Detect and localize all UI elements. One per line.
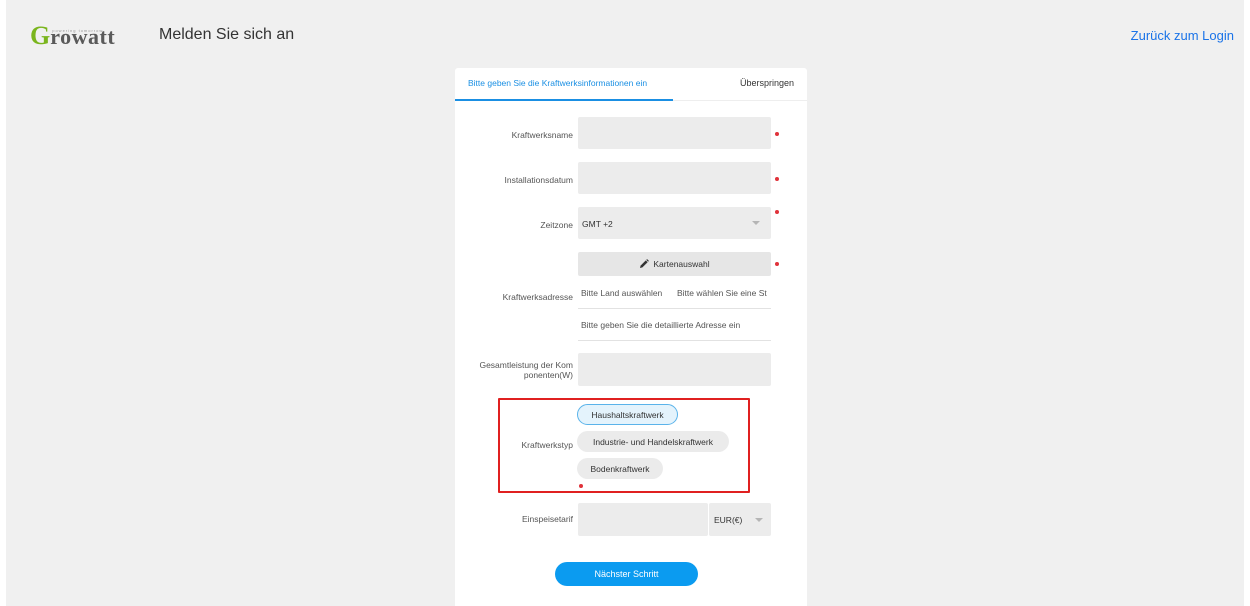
timezone-label: Zeitzone [540, 220, 573, 230]
logo-initial: G [30, 21, 51, 50]
install-date-input[interactable] [578, 162, 771, 194]
timezone-select[interactable]: GMT +2 [578, 207, 771, 239]
tab-bar: Bitte geben Sie die Kraftwerksinformatio… [455, 68, 807, 101]
city-select[interactable]: Bitte wählen Sie eine St [677, 288, 771, 298]
total-power-input[interactable] [578, 353, 771, 386]
map-select-button[interactable]: Kartenauswahl [578, 252, 771, 276]
country-select[interactable]: Bitte Land auswählen [581, 288, 673, 298]
address-divider [578, 308, 771, 309]
detail-address-input[interactable]: Bitte geben Sie die detaillierte Adresse… [581, 320, 771, 330]
map-select-label: Kartenauswahl [653, 259, 710, 269]
skip-link[interactable]: Überspringen [740, 78, 794, 88]
required-marker [775, 210, 779, 214]
address-label: Kraftwerksadresse [502, 292, 573, 302]
logo-tagline: powering tomorrow [52, 28, 104, 33]
plant-info-card: Bitte geben Sie die Kraftwerksinformatio… [455, 68, 807, 606]
required-marker [775, 132, 779, 136]
pencil-icon [640, 259, 650, 268]
total-power-label: Gesamtleistung der Kom ponenten(W) [463, 360, 573, 380]
page-title: Melden Sie sich an [159, 26, 295, 43]
currency-value: EUR(€) [714, 515, 743, 525]
tariff-label: Einspeisetarif [521, 514, 573, 524]
plant-type-option-household[interactable]: Haushaltskraftwerk [577, 404, 678, 425]
plant-type-label: Kraftwerkstyp [521, 440, 574, 450]
chevron-down-icon [752, 221, 760, 225]
timezone-value: GMT +2 [582, 219, 613, 229]
address-divider [578, 340, 771, 341]
currency-select[interactable]: EUR(€) [709, 503, 771, 536]
install-date-label: Installationsdatum [504, 175, 573, 185]
plant-name-input[interactable] [578, 117, 771, 149]
plant-type-option-ground[interactable]: Bodenkraftwerk [577, 458, 663, 479]
back-to-login-link[interactable]: Zurück zum Login [1131, 28, 1234, 43]
required-marker [579, 484, 583, 488]
plant-type-option-industrial[interactable]: Industrie- und Handelskraftwerk [577, 431, 729, 452]
total-power-label-line1: Gesamtleistung der Kom [479, 360, 573, 370]
tariff-input[interactable] [578, 503, 708, 536]
next-step-button[interactable]: Nächster Schritt [555, 562, 698, 586]
active-tab-indicator [455, 99, 673, 101]
required-marker [775, 177, 779, 181]
logo-wordmark: powering tomorrow rowatt [50, 26, 115, 48]
required-marker [775, 262, 779, 266]
total-power-label-line2: ponenten(W) [523, 370, 573, 380]
tab-plant-info[interactable]: Bitte geben Sie die Kraftwerksinformatio… [468, 78, 647, 88]
growatt-logo: G powering tomorrow rowatt [30, 21, 115, 50]
plant-name-label: Kraftwerksname [511, 130, 573, 140]
chevron-down-icon [755, 518, 763, 522]
